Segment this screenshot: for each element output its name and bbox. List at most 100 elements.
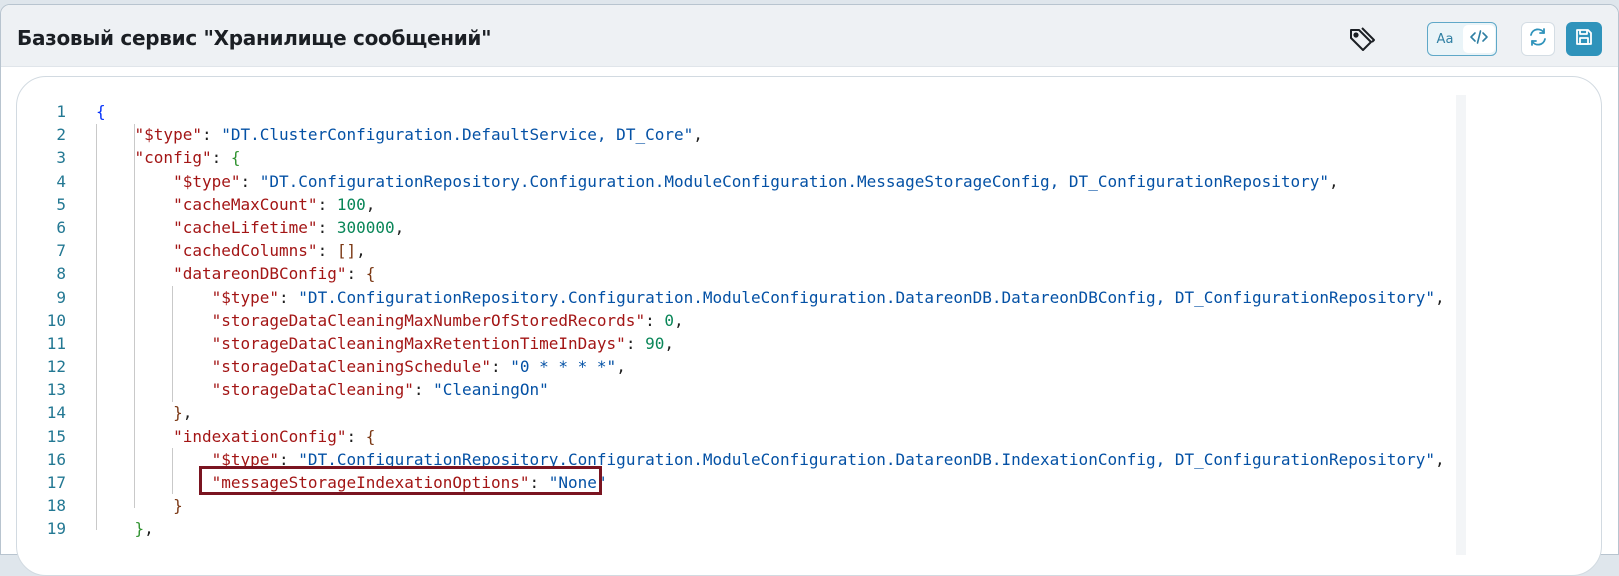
line-number: 2 [56, 125, 66, 145]
code-icon [1469, 29, 1489, 50]
page-title: Базовый сервис "Хранилище сообщений" [17, 26, 492, 50]
code-token: : [317, 217, 337, 237]
refresh-icon [1527, 26, 1549, 53]
code-token: "cacheMaxCount" [173, 194, 318, 214]
code-token: "DT.ConfigurationRepository.Configuratio… [259, 171, 1330, 191]
code-line: 9 "$type": "DT.ConfigurationRepository.C… [16, 286, 1456, 309]
code-line: 6 "cacheLifetime": 300000, [16, 216, 1456, 239]
line-number: 6 [56, 217, 66, 237]
code-token: [] [336, 241, 357, 261]
code-token: : [240, 171, 260, 191]
code-token: , [616, 357, 626, 377]
code-text: "indexationConfig": { [96, 425, 375, 448]
code-token: "datareonDBConfig" [173, 264, 347, 284]
code-token: , [1329, 171, 1339, 191]
code-line: 12 "storageDataCleaningSchedule": "0 * *… [16, 355, 1456, 378]
code-text: "storageDataCleaningSchedule": "0 * * * … [96, 355, 626, 378]
code-token: "$type" [173, 171, 241, 191]
line-number: 10 [46, 310, 66, 330]
code-token: 0 [664, 310, 674, 330]
code-text: "config": { [96, 146, 241, 169]
code-line: 16 "$type": "DT.ConfigurationRepository.… [16, 448, 1456, 471]
code-token: , [673, 310, 684, 330]
code-token: "DT.ConfigurationRepository.Configuratio… [298, 449, 1435, 469]
code-text: "storageDataCleaningMaxRetentionTimeInDa… [96, 332, 674, 355]
code-line: 4 "$type": "DT.ConfigurationRepository.C… [16, 170, 1456, 193]
code-mode-button[interactable] [1462, 25, 1495, 53]
line-number: 8 [56, 264, 66, 284]
code-token: : [279, 287, 299, 307]
code-text: "datareonDBConfig": { [96, 262, 375, 285]
code-text: }, [96, 401, 192, 424]
code-text: "$type": "DT.ConfigurationRepository.Con… [96, 448, 1445, 471]
code-token: { [365, 426, 376, 446]
text-mode-button[interactable]: Aa [1428, 23, 1462, 55]
code-text: { [96, 100, 106, 123]
code-text: "cachedColumns": [], [96, 239, 366, 262]
code-token: "messageStorageIndexationOptions" [211, 473, 530, 492]
code-token: : [279, 449, 299, 469]
code-text: "$type": "DT.ClusterConfiguration.Defaul… [96, 123, 703, 146]
code-token: "$type" [211, 449, 280, 469]
code-line: 5 "cacheMaxCount": 100, [16, 193, 1456, 216]
code-token: : [201, 125, 222, 145]
code-token: : [529, 473, 549, 492]
code-line: 11 "storageDataCleaningMaxRetentionTimeI… [16, 332, 1456, 355]
code-token: : [317, 194, 337, 214]
line-number: 1 [56, 102, 66, 121]
code-token: : [490, 357, 511, 377]
code-token: "$type" [134, 125, 202, 145]
code-token: "0 * * * *" [510, 357, 617, 377]
save-button[interactable] [1566, 22, 1602, 56]
code-line: 1{ [16, 100, 1456, 123]
code-token: } [173, 496, 183, 516]
code-token: { [96, 102, 106, 121]
code-token: "indexationConfig" [173, 426, 347, 446]
view-mode-toggle: Aa [1427, 22, 1497, 56]
code-token: "storageDataCleaningMaxNumberOfStoredRec… [211, 310, 646, 330]
code-token: : [413, 380, 434, 400]
code-token: , [356, 241, 366, 261]
refresh-button[interactable] [1521, 22, 1555, 56]
code-lines: 1{2 "$type": "DT.ClusterConfiguration.De… [16, 100, 1456, 541]
code-line: 8 "datareonDBConfig": { [16, 262, 1456, 285]
line-number: 17 [46, 473, 66, 492]
code-line: 13 "storageDataCleaning": "CleaningOn" [16, 378, 1456, 401]
code-text: "storageDataCleaningMaxNumberOfStoredRec… [96, 309, 684, 332]
code-token: "cacheLifetime" [173, 217, 318, 237]
line-number: 13 [46, 380, 66, 400]
code-token: { [365, 264, 376, 284]
code-token: , [182, 403, 193, 423]
code-token: "DT.ConfigurationRepository.Configuratio… [298, 287, 1435, 307]
code-token: } [134, 519, 145, 539]
code-line: 3 "config": { [16, 146, 1456, 169]
code-line: 15 "indexationConfig": { [16, 425, 1456, 448]
line-number: 5 [56, 194, 66, 214]
code-token: : [625, 333, 646, 353]
code-token: "config" [134, 148, 212, 168]
editor-scrollbar[interactable] [1456, 95, 1466, 555]
code-text: } [96, 494, 183, 517]
code-text: }, [96, 517, 154, 540]
code-token: "storageDataCleaningMaxRetentionTimeInDa… [211, 333, 626, 353]
line-number: 18 [46, 496, 66, 516]
code-token: : [346, 264, 366, 284]
code-token: "CleaningOn" [433, 380, 549, 400]
code-line: 17 "messageStorageIndexationOptions": "N… [16, 471, 1456, 494]
code-token: : [346, 426, 366, 446]
code-token: 90 [645, 333, 665, 353]
tags-button[interactable] [1347, 25, 1377, 55]
